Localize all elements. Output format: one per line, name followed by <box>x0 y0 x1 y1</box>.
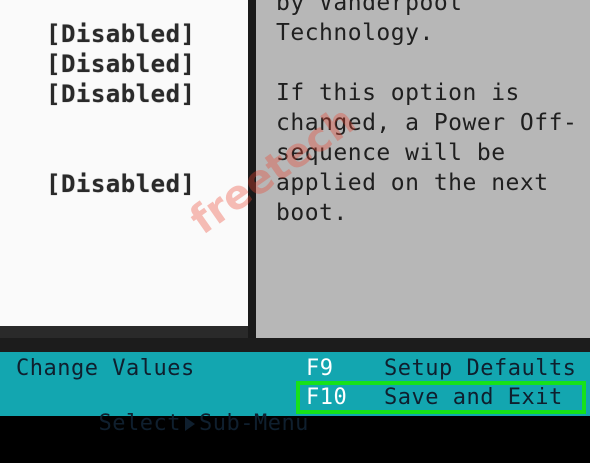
settings-panel: [Disabled] [Disabled] [Disabled] [Disabl… <box>0 0 248 326</box>
setting-value-disabled[interactable]: [Disabled] <box>46 82 196 106</box>
save-exit-highlight <box>296 381 586 414</box>
setup-defaults-label: Setup Defaults <box>384 356 577 381</box>
setting-value-disabled[interactable]: [Disabled] <box>46 52 196 76</box>
footer-bar: Change Values Select Sub-Menu F9 Setup De… <box>0 338 590 436</box>
submenu-label: Sub-Menu <box>198 411 309 436</box>
help-panel: by Vanderpool Technology. If this option… <box>256 0 590 338</box>
select-submenu-label: Select Sub-Menu <box>16 385 309 463</box>
setting-value-disabled[interactable]: [Disabled] <box>46 22 196 46</box>
key-legend: Change Values Select Sub-Menu F9 Setup De… <box>0 352 590 436</box>
change-values-label: Change Values <box>16 356 195 381</box>
panel-divider-vertical <box>248 0 256 338</box>
setting-value-disabled[interactable]: [Disabled] <box>46 172 196 196</box>
panel-divider-horizontal <box>0 326 248 338</box>
help-text: by Vanderpool Technology. If this option… <box>276 0 578 226</box>
f9-key[interactable]: F9 <box>306 356 334 382</box>
select-label: Select <box>98 411 181 436</box>
right-triangle-icon <box>184 417 195 431</box>
